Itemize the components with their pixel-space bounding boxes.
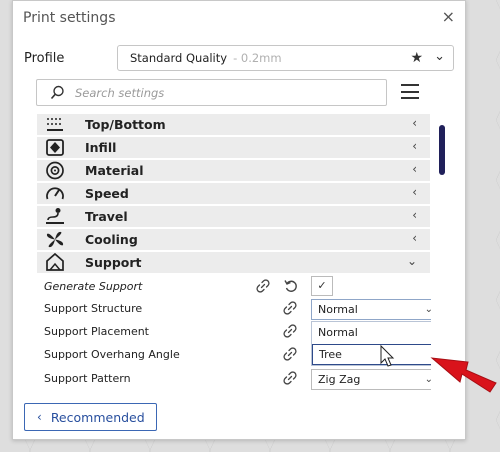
scrollbar-thumb[interactable]	[439, 125, 445, 175]
setting-support-structure: Support Structure Normal ⌄	[35, 298, 431, 320]
speed-icon	[46, 187, 64, 200]
option-normal[interactable]: Normal	[312, 323, 431, 344]
category-top-bottom[interactable]: Top/Bottom ‹	[37, 114, 430, 135]
generate-support-checkbox[interactable]: ✓	[311, 276, 333, 296]
category-speed[interactable]: Speed ‹	[37, 183, 430, 204]
travel-icon	[46, 208, 64, 224]
chevron-down-icon[interactable]: ⌄	[434, 49, 445, 64]
chevron-left-icon: ‹	[412, 185, 417, 199]
setting-label: Support Structure	[44, 302, 143, 315]
chevron-left-icon: ‹	[37, 410, 42, 424]
chevron-left-icon: ‹	[412, 139, 417, 153]
material-icon	[46, 161, 64, 180]
top-bottom-icon	[47, 118, 63, 131]
profile-select[interactable]: Standard Quality - 0.2mm ★ ⌄	[117, 45, 454, 71]
category-support[interactable]: Support ⌄	[37, 252, 430, 273]
category-material[interactable]: Material ‹	[37, 160, 430, 181]
support-structure-options: Normal Tree	[311, 321, 431, 366]
setting-support-pattern: Support Pattern Zig Zag ⌄	[35, 368, 431, 390]
setting-generate-support: Generate Support ✓	[35, 276, 431, 298]
profile-layer-height: - 0.2mm	[233, 51, 282, 65]
category-label: Material	[85, 163, 144, 178]
chevron-down-icon: ⌄	[424, 374, 431, 385]
link-icon[interactable]	[282, 346, 298, 362]
setting-label: Support Pattern	[44, 372, 131, 385]
setting-label: Generate Support	[44, 280, 143, 293]
dropdown-value: Normal	[318, 303, 358, 316]
infill-icon	[46, 139, 64, 156]
category-label: Infill	[85, 140, 117, 155]
reset-icon[interactable]	[283, 278, 299, 294]
settings-menu-icon[interactable]	[401, 84, 419, 99]
print-settings-panel: Print settings × Profile Standard Qualit…	[12, 0, 466, 440]
profile-name: Standard Quality	[130, 51, 228, 65]
setting-label: Support Overhang Angle	[44, 348, 180, 361]
search-input[interactable]	[75, 84, 375, 102]
star-icon[interactable]: ★	[410, 50, 423, 66]
panel-titlebar: Print settings ×	[13, 1, 465, 35]
category-label: Top/Bottom	[85, 117, 166, 132]
support-icon	[46, 253, 64, 271]
category-travel[interactable]: Travel ‹	[37, 206, 430, 227]
category-label: Travel	[85, 209, 128, 224]
category-infill[interactable]: Infill ‹	[37, 137, 430, 158]
chevron-left-icon: ‹	[412, 208, 417, 222]
close-icon[interactable]: ×	[442, 7, 455, 26]
recommended-button[interactable]: ‹ Recommended	[24, 403, 157, 431]
chevron-down-icon: ⌄	[424, 304, 431, 315]
chevron-left-icon: ‹	[412, 162, 417, 176]
category-label: Cooling	[85, 232, 138, 247]
link-icon[interactable]	[282, 300, 298, 316]
dropdown-value: Zig Zag	[318, 373, 361, 386]
search-box[interactable]	[36, 79, 387, 106]
link-icon[interactable]	[255, 278, 271, 294]
link-icon[interactable]	[282, 323, 298, 339]
category-label: Support	[85, 255, 142, 270]
panel-title: Print settings	[23, 10, 116, 26]
setting-label: Support Placement	[44, 325, 149, 338]
search-icon	[50, 85, 64, 100]
chevron-left-icon: ‹	[412, 116, 417, 130]
link-icon[interactable]	[282, 370, 298, 386]
support-structure-dropdown[interactable]: Normal ⌄	[311, 299, 431, 320]
category-cooling[interactable]: Cooling ‹	[37, 229, 430, 250]
profile-label: Profile	[24, 51, 65, 66]
category-label: Speed	[85, 186, 129, 201]
fan-icon	[46, 231, 64, 248]
settings-list: Top/Bottom ‹ Infill ‹ Material ‹ Speed ‹…	[35, 114, 431, 396]
support-pattern-dropdown[interactable]: Zig Zag ⌄	[311, 369, 431, 390]
chevron-down-icon: ⌄	[406, 254, 417, 268]
chevron-left-icon: ‹	[412, 231, 417, 245]
option-tree[interactable]: Tree	[312, 344, 431, 365]
recommended-label: Recommended	[50, 409, 145, 425]
